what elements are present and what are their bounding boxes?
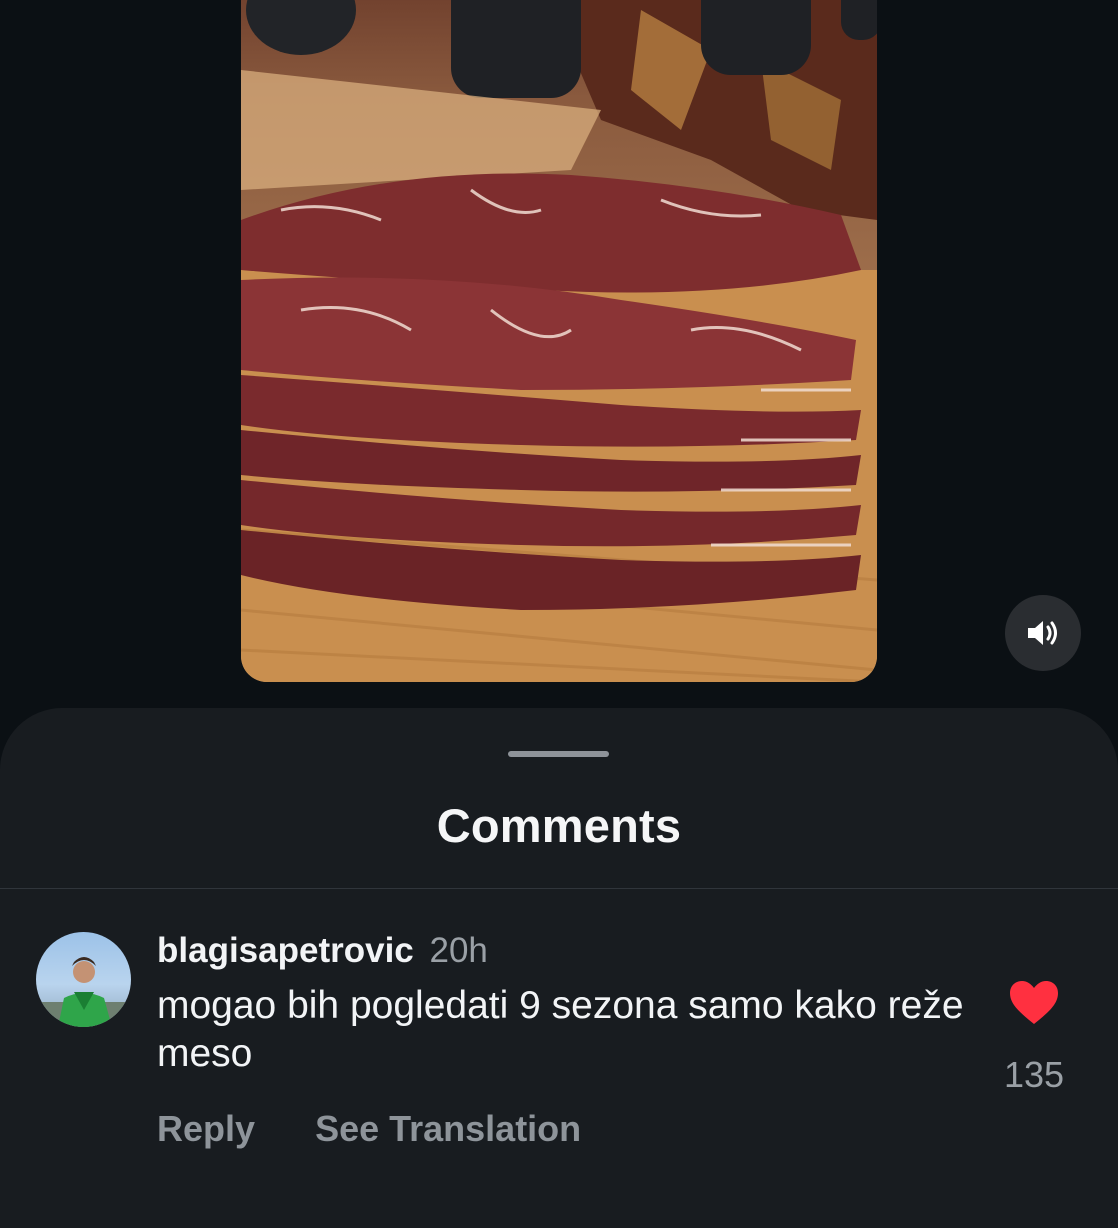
avatar[interactable] [36, 932, 131, 1027]
reply-button[interactable]: Reply [157, 1108, 255, 1149]
comment-item: blagisapetrovic 20h mogao bih pogledati … [0, 930, 1118, 1170]
heart-icon[interactable] [1009, 980, 1059, 1026]
comment-text: mogao bih pogledati 9 sezona samo kako r… [157, 984, 964, 1075]
video-player[interactable] [0, 0, 1118, 708]
comment-username[interactable]: blagisapetrovic [157, 931, 414, 970]
comment-timestamp: 20h [429, 931, 488, 970]
sound-toggle-button[interactable] [1005, 595, 1081, 671]
comment-body: blagisapetrovic 20h mogao bih pogledati … [157, 930, 977, 1078]
comments-title: Comments [436, 799, 682, 852]
like-block: 135 [990, 980, 1078, 1096]
sheet-grabber-handle[interactable] [508, 751, 609, 757]
video-frame[interactable] [241, 0, 877, 682]
comments-sheet: Comments blagisapetrovic 20h mogao bih p… [0, 708, 1118, 1228]
comment-meta: blagisapetrovic 20h [157, 930, 977, 972]
video-still-meat-slices [241, 0, 877, 682]
like-count: 135 [1003, 1054, 1065, 1095]
speaker-icon [1028, 621, 1057, 645]
avatar-photo [36, 957, 131, 1027]
see-translation-button[interactable]: See Translation [315, 1108, 581, 1149]
comment-actions: Reply See Translation [157, 1108, 581, 1150]
divider [0, 888, 1118, 889]
